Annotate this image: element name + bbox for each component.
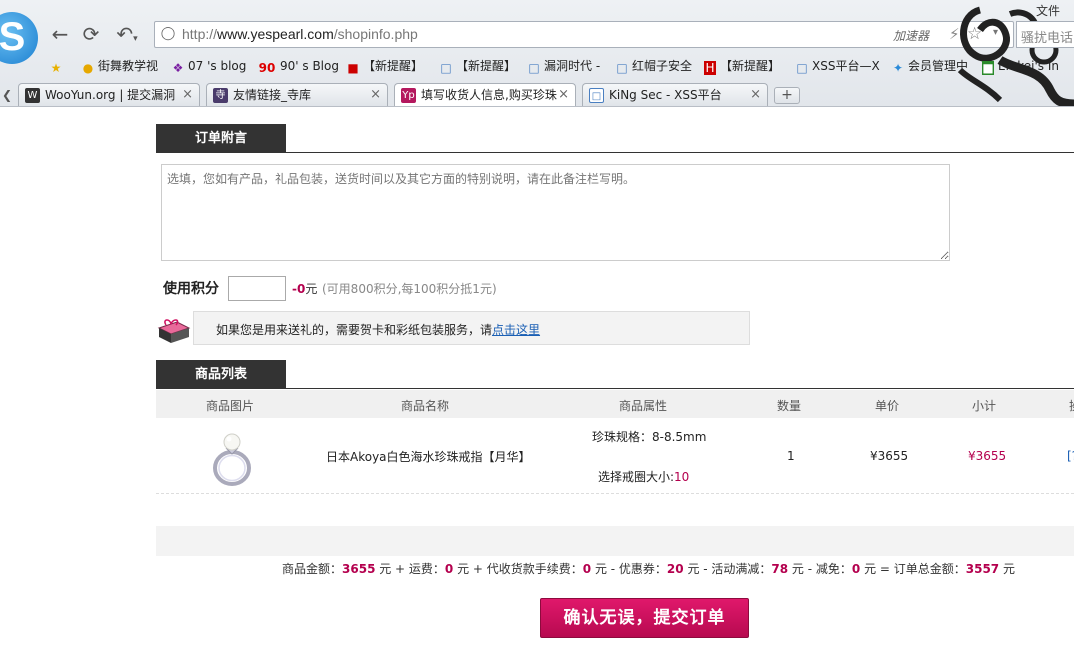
product-unit-price: ¥3655 [870, 449, 909, 463]
remark-section-title: 订单附言 [156, 124, 286, 153]
tab-yespearl[interactable]: Yp 填写收货人信息,购买珍珠 × [394, 83, 576, 106]
tab-secoo[interactable]: 寺 友情链接_寺库 × [206, 83, 388, 106]
product-name[interactable]: 日本Akoya白色海水珍珠戒指【月华】 [326, 448, 531, 465]
address-bar[interactable]: ◯ http://www.yespearl.com/shopinfo.php 加… [154, 21, 1014, 48]
product-list-title: 商品列表 [156, 360, 286, 389]
remark-section-header: 订单附言 [156, 124, 1074, 153]
bookmark-item[interactable]: 90 90' s Blog [258, 57, 339, 75]
order-totals: 商品金额：3655 元 + 运费：0 元 + 代收货款手续费：0 元 - 优惠券… [282, 562, 1015, 576]
tab-wooyun[interactable]: W WooYun.org | 提交漏洞 × [18, 83, 200, 106]
close-tab-icon[interactable]: × [558, 84, 569, 106]
bookmark-item[interactable]: ■ 【新提醒】 [347, 57, 423, 75]
bookmarks-star-icon[interactable]: ★ [50, 57, 66, 75]
bookmark-item[interactable]: ✦ 会员管理中 [892, 57, 968, 75]
bookmark-item[interactable]: □ 红帽子安全 [616, 57, 692, 75]
tab-strip: ❮ W WooYun.org | 提交漏洞 × 寺 友情链接_寺库 × Yp 填… [0, 82, 1074, 106]
undo-icon[interactable]: ↶▾ [110, 22, 144, 46]
product-subtotal: ¥3655 [968, 449, 1007, 463]
product-image[interactable] [208, 428, 256, 488]
gift-box-icon [157, 316, 191, 344]
bookmark-item[interactable]: □ XSS平台—X [796, 57, 879, 75]
gift-service-link[interactable]: 点击这里 [492, 323, 540, 337]
points-input[interactable] [228, 276, 286, 301]
close-tab-icon[interactable]: × [370, 84, 381, 106]
column-header: 数量 [777, 399, 802, 413]
product-attr-size: 选择戒圈大小:10 [598, 470, 690, 484]
product-list-header: 商品列表 [156, 360, 1074, 389]
column-header: 单价 [875, 399, 900, 413]
gift-service-box: 如果您是用来送礼的，需要贺卡和彩纸包装服务，请点击这里 [193, 311, 750, 345]
bookmark-item[interactable]: ■ Emkei's In [982, 57, 1059, 75]
menu-file[interactable]: 文件 [1036, 2, 1060, 19]
column-header: 操 [1069, 397, 1074, 414]
tab-scroll-left-icon[interactable]: ❮ [2, 88, 12, 102]
column-header: 商品图片 [206, 399, 255, 413]
column-header: 小计 [972, 399, 997, 413]
order-remark-textarea[interactable] [161, 164, 950, 261]
search-input[interactable]: 骚扰电话 [1016, 21, 1074, 48]
points-label: 使用积分 [163, 281, 219, 297]
tab-xss-platform[interactable]: □ KiNg Sec - XSS平台 × [582, 83, 768, 106]
page-content: 订单附言 使用积分 -0元 (可用800积分,每100积分抵1元) 如果您是用来… [0, 108, 1074, 668]
submit-order-button[interactable]: 确认无误，提交订单 [540, 598, 749, 638]
summary-band [156, 526, 1074, 556]
product-attr-spec: 珍珠规格：8-8.5mm [592, 430, 707, 444]
bookmark-item[interactable]: ● 街舞教学视 [82, 57, 158, 75]
back-arrow-icon[interactable]: ← [48, 22, 72, 46]
gift-service-text: 如果您是用来送礼的，需要贺卡和彩纸包装服务，请点击这里 [216, 323, 541, 337]
points-note: (可用800积分,每100积分抵1元) [322, 282, 497, 296]
new-tab-button[interactable]: + [774, 87, 800, 104]
product-quantity: 1 [787, 449, 795, 463]
page-favicon-icon: □ [589, 88, 604, 103]
bookmark-item[interactable]: ❖ 07 's blog [172, 57, 247, 75]
bookmark-item[interactable]: □ 漏洞时代 - [528, 57, 600, 75]
wooyun-favicon-icon: W [25, 88, 40, 103]
points-deduction-value: -0元 [292, 282, 318, 296]
bookmarks-bar: ★ ● 街舞教学视 ❖ 07 's blog 90 90' s Blog ■ 【新提醒】… [0, 54, 1074, 78]
secoo-favicon-icon: 寺 [213, 88, 228, 103]
security-shield-icon[interactable]: ◯ [160, 26, 176, 42]
browser-chrome: S ← ⟳ ↶▾ ◯ http://www.yespearl.com/shopi… [0, 0, 1074, 107]
close-tab-icon[interactable]: × [182, 84, 193, 106]
refresh-icon[interactable]: ⟳ [79, 22, 103, 46]
accelerator-button[interactable]: 加速器 [893, 27, 929, 44]
url-text[interactable]: http://www.yespearl.com/shopinfo.php [182, 26, 418, 42]
column-header: 商品属性 [619, 399, 668, 413]
bookmark-item[interactable]: H 【新提醒】 [704, 57, 780, 75]
table-row: 日本Akoya白色海水珍珠戒指【月华】 珍珠规格：8-8.5mm 选择戒圈大小:… [156, 418, 1074, 494]
product-table-header: 商品图片 商品名称 商品属性 数量 单价 小计 操 [156, 390, 1074, 418]
bookmark-item[interactable]: □ 【新提醒】 [440, 57, 516, 75]
column-header: 商品名称 [401, 399, 450, 413]
product-action-link[interactable]: [? [1067, 449, 1074, 463]
yespearl-favicon-icon: Yp [401, 88, 416, 103]
close-tab-icon[interactable]: × [750, 84, 761, 106]
